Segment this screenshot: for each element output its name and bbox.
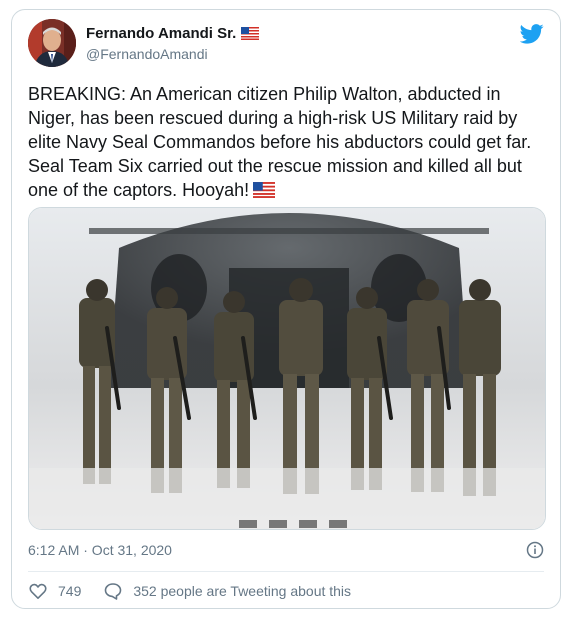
twitter-bird-icon[interactable] — [520, 24, 544, 44]
display-name[interactable]: Fernando Amandi Sr. — [86, 25, 236, 42]
tweet-timestamp[interactable]: 6:12 AM · Oct 31, 2020 — [28, 542, 172, 558]
tweet-body: BREAKING: An American citizen Philip Wal… — [28, 84, 532, 200]
tweet-media-photo[interactable] — [28, 207, 546, 530]
avatar-photo — [28, 19, 76, 67]
heart-icon — [29, 583, 47, 599]
author-name-row[interactable]: Fernando Amandi Sr. — [86, 25, 260, 42]
conversation-link[interactable]: 352 people are Tweeting about this — [103, 581, 351, 601]
avatar[interactable] — [28, 19, 76, 67]
speech-bubble-icon — [105, 583, 122, 600]
like-count: 749 — [58, 583, 82, 599]
user-handle[interactable]: @FernandoAmandi — [86, 46, 208, 62]
conversation-count: 352 people are Tweeting about this — [133, 583, 352, 599]
tweet-text: BREAKING: An American citizen Philip Wal… — [28, 82, 543, 202]
like-button[interactable]: 749 — [28, 581, 81, 601]
tweet-actions: 749 352 people are Tweeting about this — [28, 581, 351, 601]
us-flag-emoji — [241, 27, 260, 40]
tweet-card[interactable]: Fernando Amandi Sr. @FernandoAmandi BREA… — [11, 9, 561, 609]
soldiers-photo — [29, 208, 545, 529]
us-flag-emoji — [253, 182, 276, 198]
divider — [28, 571, 544, 572]
info-icon[interactable] — [526, 541, 544, 559]
